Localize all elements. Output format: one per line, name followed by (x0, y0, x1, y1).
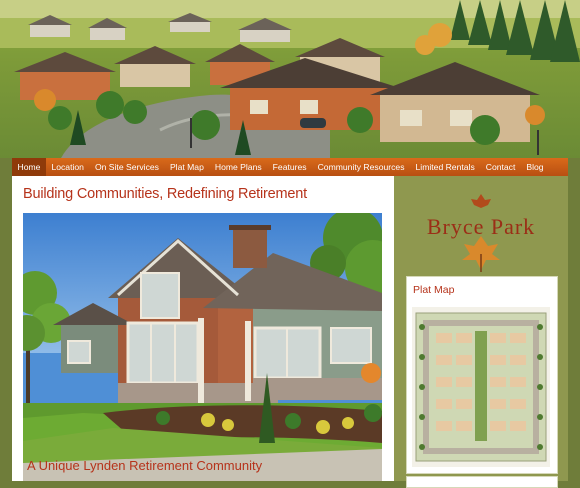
maple-leaf-top-icon (471, 194, 491, 208)
header-illustration (0, 0, 580, 158)
maple-leaf-icon (462, 236, 500, 272)
plat-map-card: Plat Map (406, 276, 558, 474)
nav-on-site-services[interactable]: On Site Services (89, 158, 164, 176)
nav-community-resources[interactable]: Community Resources (312, 158, 410, 176)
nav-location[interactable]: Location (46, 158, 90, 176)
nav-home[interactable]: Home (12, 158, 46, 176)
main-navigation: Home Location On Site Services Plat Map … (12, 158, 568, 176)
nav-blog[interactable]: Blog (521, 158, 549, 176)
next-sidebar-card (406, 476, 558, 488)
main-content: Building Communities, Redefining Retirem… (12, 176, 394, 481)
featured-house-photo (23, 213, 382, 481)
page-title: Building Communities, Redefining Retirem… (23, 186, 307, 202)
nav-features[interactable]: Features (267, 158, 312, 176)
nav-plat-map[interactable]: Plat Map (164, 158, 209, 176)
nav-limited-rentals[interactable]: Limited Rentals (410, 158, 480, 176)
nav-contact[interactable]: Contact (480, 158, 521, 176)
plat-map-title[interactable]: Plat Map (413, 284, 454, 296)
frame-right (568, 176, 580, 481)
logo-text: Bryce Park (426, 214, 536, 239)
bryce-park-logo[interactable]: Bryce Park (402, 194, 560, 272)
frame-left (0, 176, 12, 481)
sidebar: Bryce Park Plat Map (394, 176, 568, 488)
section-heading: A Unique Lynden Retirement Community (27, 458, 263, 473)
plat-map-image[interactable] (412, 307, 550, 467)
nav-home-plans[interactable]: Home Plans (209, 158, 267, 176)
